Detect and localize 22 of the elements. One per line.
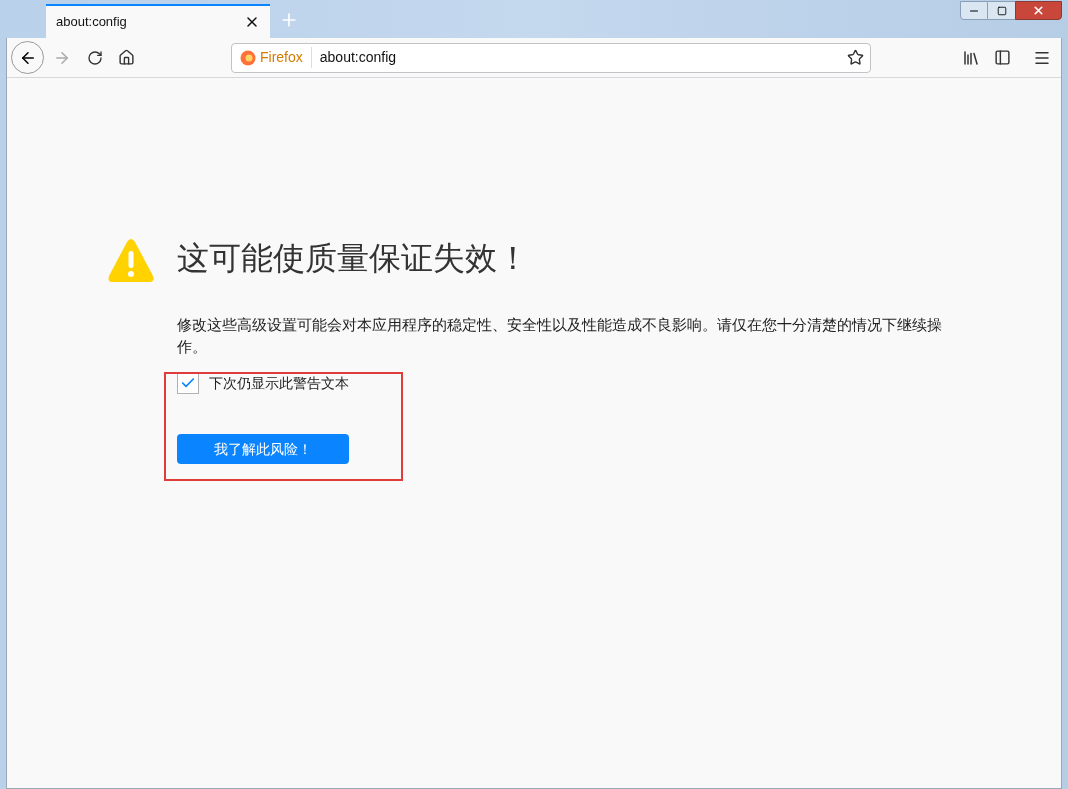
- minimize-button[interactable]: [960, 1, 988, 20]
- reload-icon[interactable]: [87, 49, 103, 66]
- sidebar-icon[interactable]: [994, 49, 1011, 66]
- checkbox-label[interactable]: 下次仍显示此警告文本: [209, 372, 349, 394]
- warning-message: 修改这些高级设置可能会对本应用程序的稳定性、安全性以及性能造成不良影响。请仅在您十分清楚的情况下继续操作。: [177, 315, 943, 357]
- browser-tab[interactable]: about:config: [46, 4, 270, 38]
- close-icon: [1032, 4, 1045, 17]
- maximize-icon: [996, 5, 1007, 16]
- library-icon[interactable]: [962, 48, 980, 67]
- home-icon[interactable]: [118, 49, 135, 66]
- browser-logo-icon: [240, 49, 256, 66]
- close-window-button[interactable]: [1015, 1, 1062, 20]
- warning-icon: [107, 238, 155, 284]
- identity-label: Firefox: [260, 47, 312, 68]
- checkbox[interactable]: [177, 372, 199, 394]
- bookmark-star-icon[interactable]: [847, 49, 864, 66]
- url-text[interactable]: about:config: [319, 47, 847, 68]
- close-icon[interactable]: [244, 14, 260, 30]
- maximize-button[interactable]: [988, 1, 1015, 20]
- accept-risk-button[interactable]: 我了解此风险！: [177, 434, 349, 464]
- warning-title: 这可能使质量保证失效！: [177, 239, 529, 278]
- address-bar[interactable]: Firefox about:config: [231, 42, 871, 73]
